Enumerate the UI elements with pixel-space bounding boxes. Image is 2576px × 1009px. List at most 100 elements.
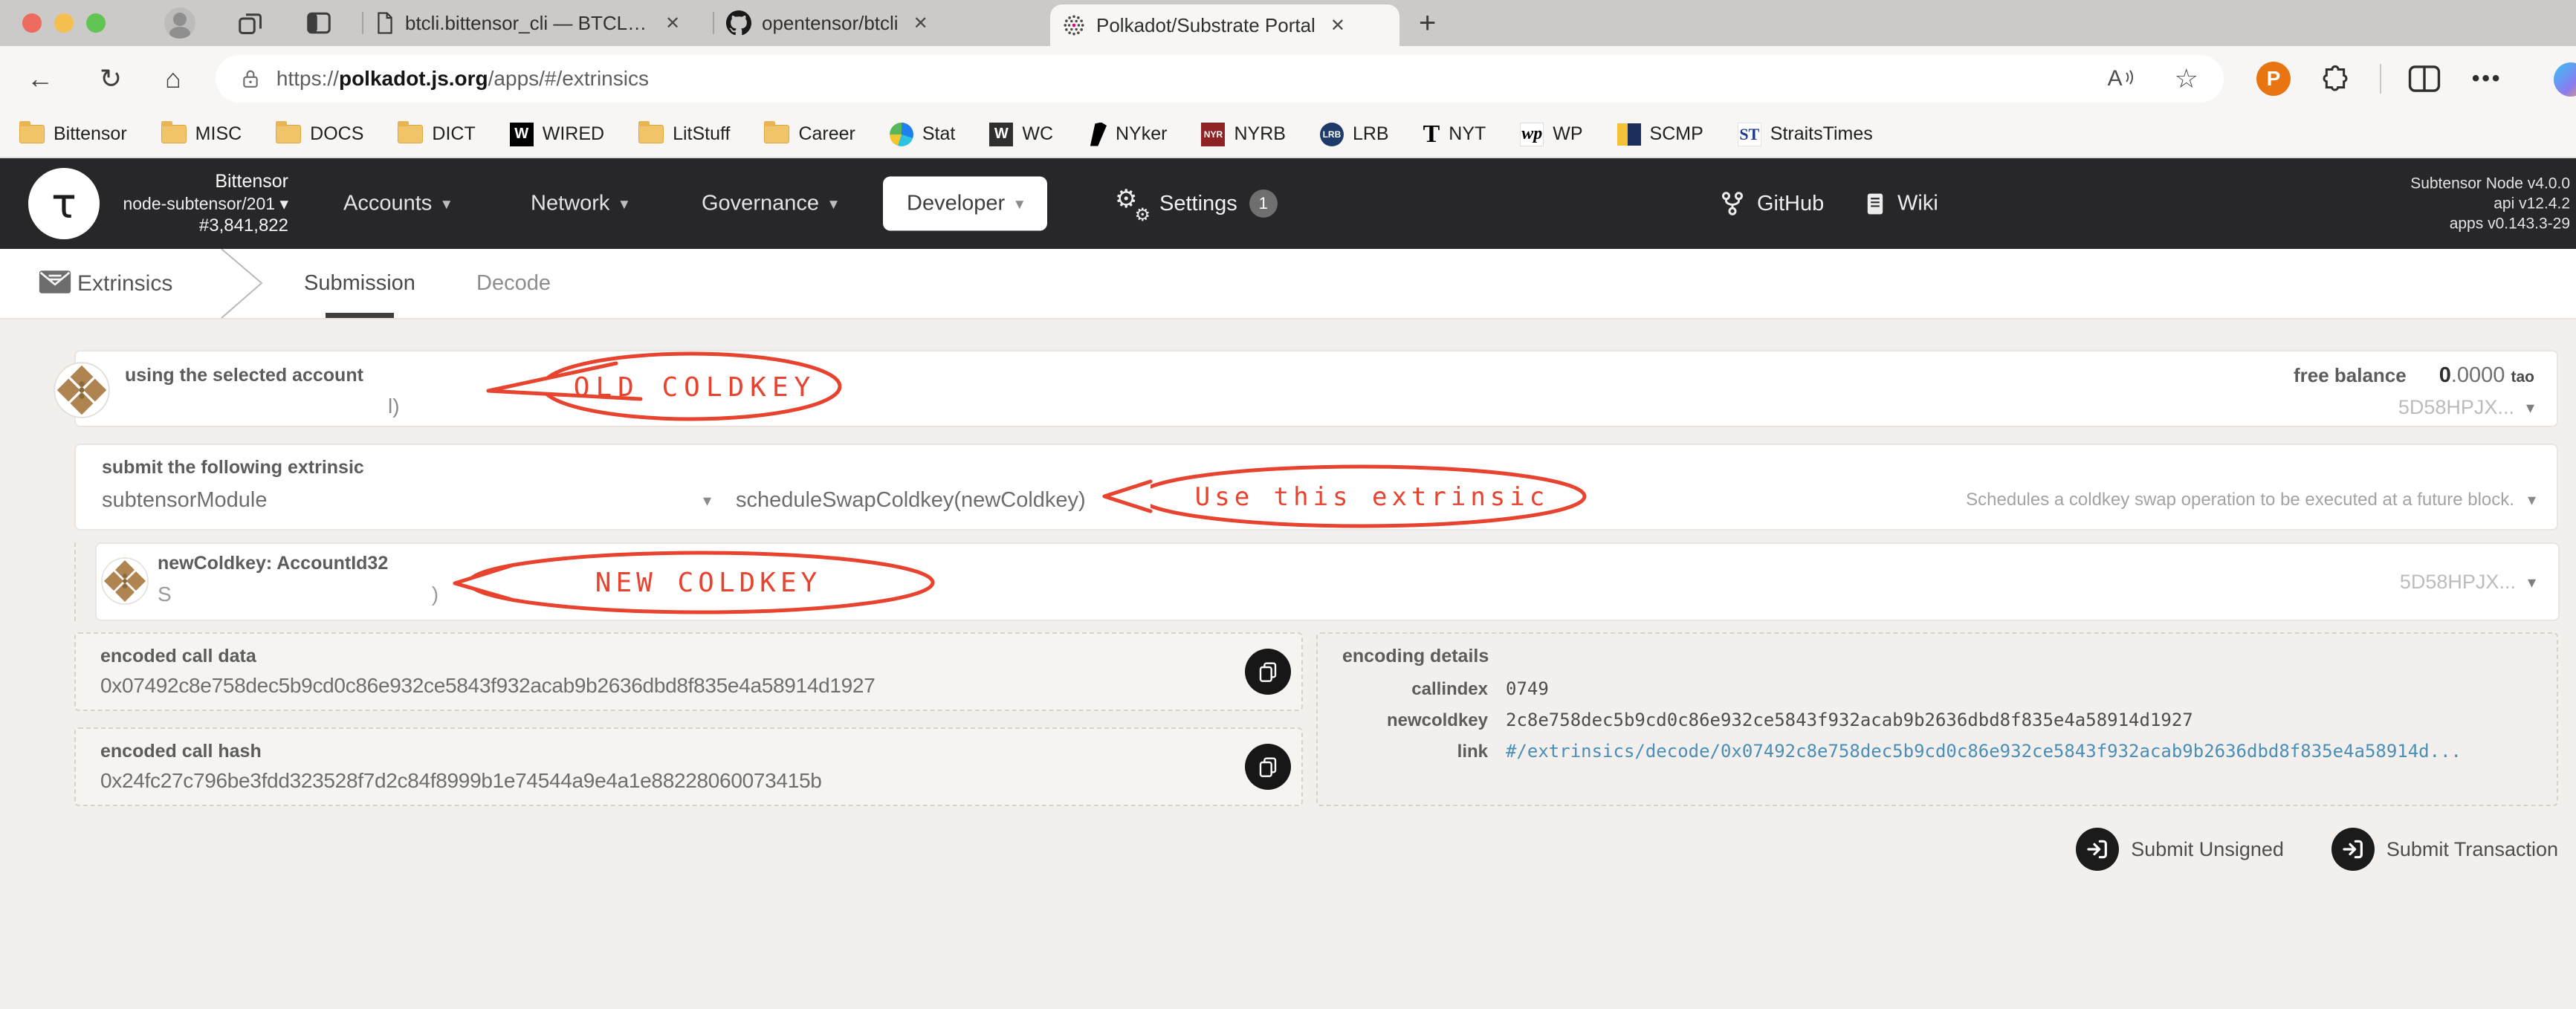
page-nav-row: Extrinsics Submission Decode [0, 249, 2576, 319]
url-protocol: https:// [276, 67, 339, 90]
module-name: subtensorModule [102, 488, 268, 512]
chevron-down-icon: ▾ [442, 194, 451, 212]
tab-close-icon[interactable]: ✕ [909, 13, 933, 34]
tab-title: opentensor/btcli [762, 11, 899, 34]
browser-toolbar: ← ↻ ⌂ https://polkadot.js.org/apps/#/ext… [0, 46, 2576, 111]
folder-icon [398, 121, 424, 143]
new-tab-button[interactable]: + [1419, 7, 1436, 40]
straitstimes-icon: ST [1737, 122, 1761, 146]
bookmark-straitstimes[interactable]: ST StraitsTimes [1737, 122, 1873, 146]
chevron-down-icon: ▾ [620, 194, 629, 212]
wiki-link[interactable]: Wiki [1865, 192, 1938, 216]
bookmark-scmp[interactable]: SCMP [1617, 123, 1703, 146]
method-select[interactable]: scheduleSwapColdkey(newColdkey) [736, 488, 1086, 513]
tab-title: btcli.bittensor_cli — BTCLI Docs [405, 11, 650, 34]
bookmark-wc[interactable]: W WC [989, 122, 1053, 146]
bookmark-docs[interactable]: DOCS [276, 121, 363, 145]
account-address-dropdown[interactable]: 5D58HPJX... ▾ [2398, 396, 2534, 419]
tab-overview-icon[interactable] [237, 10, 264, 36]
node-version: Subtensor Node v4.0.0 [2410, 175, 2570, 192]
menu-governance[interactable]: Governance ▾ [702, 192, 838, 216]
bookmark-nyrb[interactable]: NYR NYRB [1201, 122, 1286, 146]
sign-in-icon [2076, 828, 2120, 871]
github-link[interactable]: GitHub [1720, 191, 1824, 216]
api-version: api v12.4.2 [2494, 195, 2570, 212]
submit-transaction-button[interactable]: Submit Transaction [2331, 828, 2558, 871]
bookmark-lrb[interactable]: LRB LRB [1319, 122, 1389, 146]
menu-accounts[interactable]: Accounts ▾ [343, 192, 450, 216]
url-text: https://polkadot.js.org/apps/#/extrinsic… [276, 67, 649, 91]
tab-close-icon[interactable]: ✕ [661, 13, 685, 34]
newyorker-icon [1090, 122, 1107, 146]
detail-row-callindex: callindex 0749 [1411, 678, 1549, 699]
version-info: Subtensor Node v4.0.0 api v12.4.2 apps v… [2410, 174, 2570, 234]
param-label: newColdkey: AccountId32 [158, 553, 389, 574]
stat-icon [889, 122, 913, 146]
split-screen-icon[interactable] [2408, 65, 2441, 93]
folder-icon [764, 121, 790, 143]
chevron-down-icon: ▾ [1015, 194, 1024, 212]
account-identicon[interactable] [54, 362, 110, 418]
browser-profile-icon[interactable] [164, 7, 195, 39]
tab-submission[interactable]: Submission [304, 249, 415, 318]
tab-opentensor-github[interactable]: opentensor/btcli ✕ [714, 0, 1041, 46]
settings-badge: 1 [1249, 189, 1278, 218]
param-identicon[interactable] [101, 557, 149, 605]
chain-name: Bittensor [215, 171, 288, 192]
method-description[interactable]: Schedules a coldkey swap operation to be… [1966, 490, 2536, 510]
bookmark-misc[interactable]: MISC [161, 121, 242, 145]
annotation-new-coldkey: NEW COLDKEY [453, 551, 935, 614]
bookmark-wired[interactable]: W WIRED [509, 122, 604, 146]
back-button[interactable]: ← [27, 63, 54, 94]
tab-close-icon[interactable]: ✕ [1326, 15, 1350, 36]
browser-tab-bar: btcli.bittensor_cli — BTCLI Docs ✕ opent… [0, 0, 2576, 46]
submit-unsigned-button[interactable]: Submit Unsigned [2076, 828, 2284, 871]
param-address-dropdown[interactable]: 5D58HPJX... ▾ [2400, 571, 2536, 594]
extrinsics-envelope-icon [39, 269, 71, 298]
tab-polkadot-portal[interactable]: Polkadot/Substrate Portal ✕ [1050, 4, 1399, 46]
tab-title: Polkadot/Substrate Portal [1096, 13, 1315, 36]
tab-decode[interactable]: Decode [476, 249, 551, 318]
balance-fraction: .0000 [2450, 363, 2505, 387]
traffic-light-minimize[interactable] [54, 13, 74, 33]
bookmark-wp[interactable]: wp WP [1520, 122, 1583, 146]
svg-text:OLD COLDKEY: OLD COLDKEY [574, 372, 816, 403]
bookmark-bittensor[interactable]: Bittensor [19, 121, 127, 145]
extrinsic-row-label: submit the following extrinsic [102, 457, 364, 478]
bookmark-nyker[interactable]: NYker [1087, 122, 1167, 146]
decode-link[interactable]: #/extrinsics/decode/0x07492c8e758dec5b9c… [1506, 741, 2462, 762]
extension-p-icon[interactable]: P [2256, 62, 2291, 96]
menu-developer-active[interactable]: Developer ▾ [883, 176, 1048, 231]
encoded-call-hash-value: 0x24fc27c796be3fdd323528f7d2c84f8999b1e7… [100, 769, 822, 792]
bookmark-dict[interactable]: DICT [398, 121, 476, 145]
bookmark-career[interactable]: Career [764, 121, 855, 145]
settings-label: Settings [1159, 191, 1237, 215]
traffic-light-close[interactable] [22, 13, 42, 33]
read-aloud-icon[interactable]: A [2108, 66, 2135, 91]
account-row-label: using the selected account [125, 365, 363, 386]
copy-call-data-button[interactable] [1245, 649, 1291, 695]
chain-info[interactable]: Bittensor node-subtensor/201 ▾ #3,841,82… [89, 170, 288, 237]
chevron-down-icon: ▾ [2525, 398, 2534, 417]
traffic-light-zoom[interactable] [86, 13, 106, 33]
copy-call-hash-button[interactable] [1245, 744, 1291, 790]
more-menu-icon[interactable]: ••• [2472, 66, 2502, 91]
book-icon [1867, 193, 1883, 214]
module-select[interactable]: subtensorModule ▾ [102, 488, 711, 513]
reload-button[interactable]: ↻ [100, 63, 122, 94]
bookmark-nyt[interactable]: T NYT [1423, 120, 1486, 148]
home-button[interactable]: ⌂ [165, 63, 181, 94]
method-name: scheduleSwapColdkey(newColdkey) [736, 488, 1086, 512]
sidebar-toggle-icon[interactable] [305, 10, 332, 36]
settings-button[interactable]: ⚙ ⚙ Settings 1 [1115, 185, 1278, 225]
menu-network[interactable]: Network ▾ [531, 192, 628, 216]
url-bar[interactable]: https://polkadot.js.org/apps/#/extrinsic… [215, 55, 2224, 103]
extensions-puzzle-icon[interactable] [2320, 64, 2350, 94]
lock-icon [243, 70, 258, 88]
bookmark-litstuff[interactable]: LitStuff [638, 121, 730, 145]
balance-unit: tao [2511, 369, 2535, 386]
tab-btcli-docs[interactable]: btcli.bittensor_cli — BTCLI Docs ✕ [363, 0, 713, 46]
bookmark-stat[interactable]: Stat [889, 122, 955, 146]
lrb-icon: LRB [1319, 122, 1344, 146]
favorite-star-icon[interactable]: ☆ [2175, 63, 2198, 94]
